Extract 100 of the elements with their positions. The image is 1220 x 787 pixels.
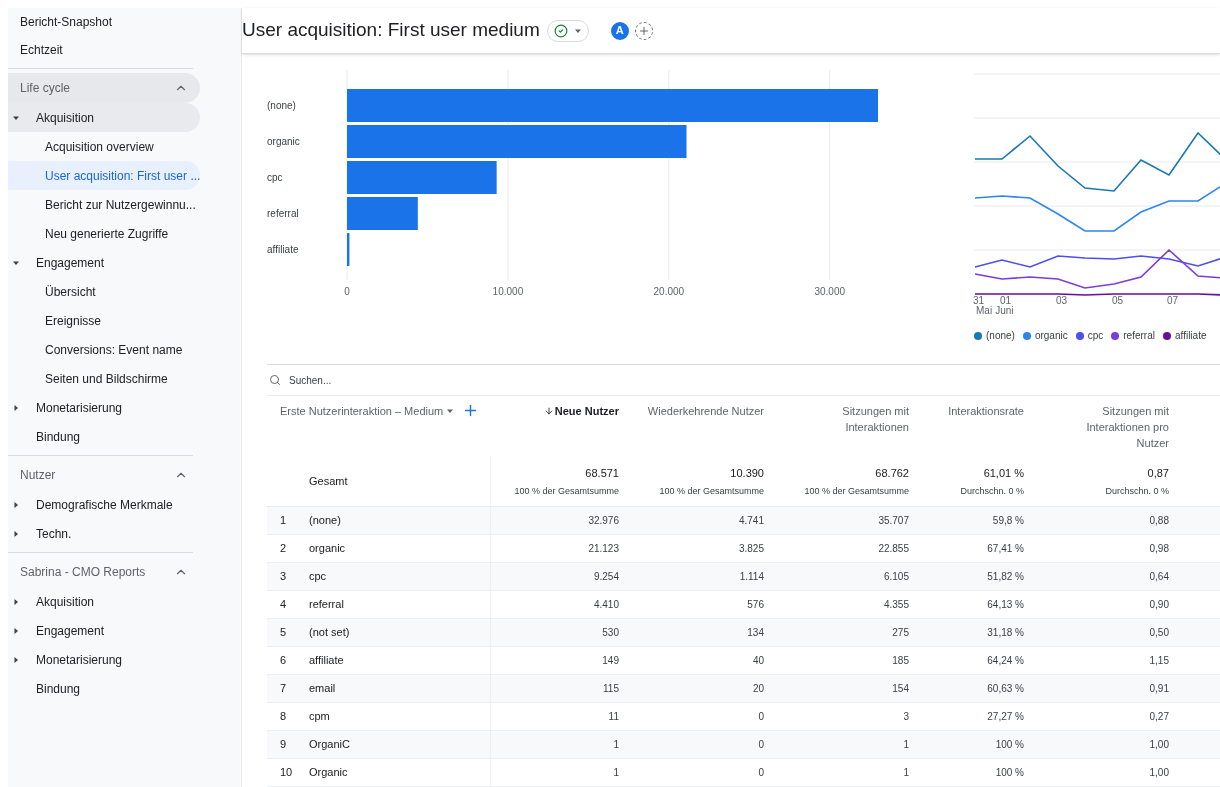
nav-subitem[interactable]: Acquisition overview — [8, 132, 200, 161]
caret-right-icon[interactable] — [12, 403, 20, 412]
table-cell-text: 40 — [752, 654, 764, 668]
column-header[interactable]: Neue Nutzer — [543, 403, 619, 457]
legend-label: referral — [1123, 329, 1155, 343]
total-note: 100 % der Gesamtsumme — [804, 485, 909, 498]
nav-subitem[interactable]: Conversions: Event name — [8, 335, 200, 364]
table-cell-text: 20 — [752, 682, 764, 696]
caret-right-icon[interactable] — [12, 597, 20, 606]
table-cell-text: (not set) — [309, 625, 350, 641]
axis-label: 31 — [973, 296, 985, 306]
column-header[interactable]: Sitzungen mit Interaktionen — [819, 403, 909, 457]
table-cell-text: 4.410 — [593, 598, 619, 612]
table-cell-text: 35.707 — [878, 514, 909, 528]
caret-right-icon[interactable] — [12, 529, 20, 538]
table-cell-text: 1.114 — [739, 570, 764, 584]
table-cell-text: 9.254 — [593, 570, 619, 584]
table-cell-text: 67,41 % — [987, 542, 1024, 556]
nav-item[interactable]: Akquisition — [8, 103, 200, 132]
sidebar-link[interactable]: Bericht-Snapshot — [8, 8, 233, 36]
table-cell-text: 32.976 — [588, 514, 619, 528]
column-header[interactable]: Sitzungen mit Interaktionen pro Nutzer — [1069, 403, 1169, 457]
table-cell-text: referral — [309, 597, 344, 613]
row-number: 6 — [280, 653, 287, 669]
search-field[interactable]: Suchen... — [289, 372, 489, 388]
nav-item[interactable]: Akquisition — [8, 587, 200, 616]
legend-label: cpc — [1087, 329, 1104, 343]
table-cell-text: 576 — [747, 598, 764, 612]
table-cell-text: 0,27 — [1149, 710, 1169, 724]
table-cell-text: 1,00 — [1149, 766, 1169, 780]
total-value: 68.762 — [875, 465, 909, 481]
axis-label: Mai — [976, 306, 993, 316]
table-cell-text: 0,88 — [1149, 514, 1169, 528]
total-value: 61,01 % — [983, 465, 1024, 481]
page-title: User acquisition: First user medium — [242, 18, 540, 43]
category-label: (none) — [267, 100, 296, 111]
table-cell-text: 59,8 % — [992, 514, 1024, 528]
row-number: 5 — [280, 625, 287, 641]
nav-subitem[interactable]: Seiten und Bildschirme — [8, 364, 200, 393]
table-cell-text: 51,82 % — [987, 570, 1024, 584]
row-number: 10 — [280, 765, 293, 781]
table-cell-text: 11 — [608, 710, 619, 724]
row-number: 9 — [280, 737, 287, 753]
caret-right-icon[interactable] — [12, 655, 20, 664]
total-value: 0,87 — [1147, 465, 1169, 481]
section-header[interactable]: Life cycle — [8, 73, 200, 103]
caret-right-icon[interactable] — [12, 500, 20, 509]
nav-item[interactable]: Engagement — [8, 248, 200, 277]
nav-subitem[interactable]: Ereignisse — [8, 306, 200, 335]
category-label: organic — [267, 136, 300, 147]
nav-item[interactable]: Bindung — [8, 674, 200, 703]
table-cell-text: 154 — [892, 682, 909, 696]
nav-item[interactable]: Engagement — [8, 616, 200, 645]
caret-right-icon[interactable] — [12, 626, 20, 635]
table-cell-text: 1 — [613, 766, 619, 780]
tick-label: 30.000 — [814, 286, 845, 297]
table-cell-text: 185 — [892, 654, 909, 668]
search-icon — [269, 374, 281, 386]
legend-label: (none) — [986, 329, 1015, 343]
total-note: Durchschn. 0 % — [1105, 485, 1169, 498]
table-cell-text: 0,50 — [1149, 626, 1169, 640]
dimension-dropdown[interactable]: Erste Nutzerinteraktion – Medium — [280, 403, 455, 420]
bar — [347, 197, 418, 230]
section-header[interactable]: Sabrina - CMO Reports — [8, 557, 200, 587]
table-cell-text: 27,27 % — [987, 710, 1024, 724]
table-cell-text: 1,15 — [1149, 654, 1169, 668]
legend-label: organic — [1034, 329, 1068, 343]
avatar[interactable]: A — [610, 21, 629, 40]
nav-item[interactable]: Techn. — [8, 519, 200, 548]
column-header[interactable]: Wiederkehrende Nutzer — [647, 403, 764, 457]
nav-subitem[interactable]: Übersicht — [8, 277, 200, 306]
add-icon — [637, 24, 650, 37]
category-label: referral — [267, 208, 299, 219]
nav-subitem[interactable]: Bericht zur Nutzergewinnu... — [8, 190, 200, 219]
table-cell-text: 6.105 — [883, 570, 909, 584]
column-header[interactable]: Interaktionsrate — [948, 403, 1024, 457]
axis-label: Juni — [995, 306, 1014, 316]
nav-subitem[interactable]: User acquisition: First user ... — [8, 161, 200, 190]
sort-down-icon — [543, 406, 554, 416]
nav-item[interactable]: Monetarisierung — [8, 645, 200, 674]
table-cell-text: (none) — [309, 513, 341, 529]
nav-subitem[interactable]: Neu generierte Zugriffe — [8, 219, 200, 248]
tick-label: 20.000 — [653, 286, 685, 297]
table-cell-text: email — [309, 681, 336, 697]
table-cell-text: 0,91 — [1149, 682, 1169, 696]
row-number: 2 — [280, 541, 287, 557]
total-value: 68.571 — [585, 465, 619, 481]
axis-label: 01 — [1000, 296, 1012, 306]
nav-item[interactable]: Bindung — [8, 422, 200, 451]
table-cell-text: 100 % — [995, 738, 1024, 752]
nav-item[interactable]: Monetarisierung — [8, 393, 200, 422]
table-cell-text: 3 — [903, 710, 909, 724]
total-note: Durchschn. 0 % — [960, 485, 1024, 498]
table-cell-text: 60,63 % — [987, 682, 1024, 696]
table-cell-text: cpc — [309, 569, 327, 585]
total-label: Gesamt — [309, 474, 348, 490]
section-header[interactable]: Nutzer — [8, 460, 200, 490]
nav-item[interactable]: Demografische Merkmale — [8, 490, 200, 519]
table-cell-text: OrganiC — [309, 737, 350, 753]
sidebar-link[interactable]: Echtzeit — [8, 36, 233, 64]
